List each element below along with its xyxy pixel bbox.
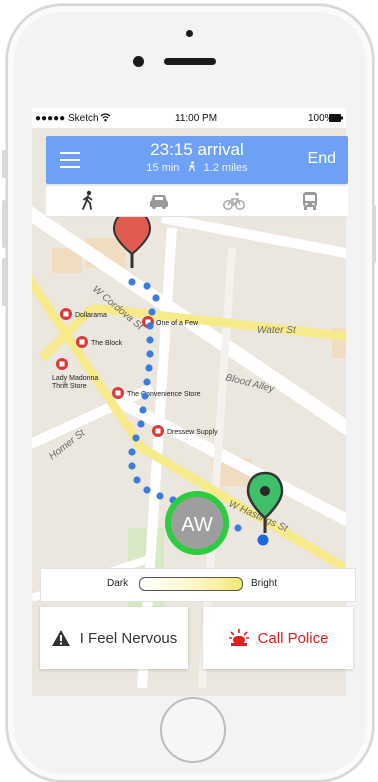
trip-duration: 15 min — [146, 162, 180, 174]
walk-mode-button[interactable] — [76, 190, 100, 212]
wifi-icon — [100, 113, 111, 122]
home-button[interactable] — [160, 697, 226, 763]
siren-icon — [228, 629, 249, 646]
svg-text:One of a Few: One of a Few — [156, 320, 199, 327]
dark-label: Dark — [107, 578, 129, 589]
end-button[interactable]: End — [308, 150, 336, 168]
brightness-gradient[interactable] — [139, 577, 243, 591]
call-police-label: Call Police — [257, 629, 329, 647]
transport-mode-bar — [46, 186, 348, 217]
feel-nervous-button[interactable]: I Feel Nervous — [40, 607, 188, 669]
navigation-header: 23:15 arrival 15 min 1.2 miles End — [46, 136, 348, 184]
car-icon — [150, 195, 168, 209]
carrier-signal: ●●●●● Sketch — [35, 113, 99, 124]
volume-up-button — [2, 200, 6, 248]
power-button — [372, 205, 376, 263]
street-label-water: Water St — [257, 325, 297, 336]
bus-mode-button[interactable] — [298, 190, 322, 212]
front-camera — [133, 56, 144, 67]
user-avatar[interactable]: AW — [165, 491, 229, 555]
trip-summary: 15 min 1.2 miles — [46, 161, 348, 174]
mute-switch — [2, 150, 6, 178]
volume-down-button — [2, 258, 6, 306]
brightness-bar: Dark Bright — [40, 568, 356, 602]
warning-icon — [51, 630, 70, 646]
front-sensor — [186, 30, 193, 37]
walking-icon — [188, 161, 195, 172]
earpiece-speaker — [164, 58, 216, 65]
battery-icon — [329, 114, 343, 122]
svg-text:Dressew Supply: Dressew Supply — [167, 429, 218, 436]
svg-text:Thrift Store: Thrift Store — [52, 383, 87, 390]
svg-text:Lady Madonna: Lady Madonna — [52, 375, 98, 382]
call-police-button[interactable]: Call Police — [203, 607, 353, 669]
svg-text:Dollarama: Dollarama — [75, 312, 107, 319]
status-bar: ●●●●● Sketch 11:00 PM 100% — [32, 108, 346, 128]
bright-label: Bright — [251, 578, 278, 589]
bus-icon — [303, 192, 317, 210]
walk-icon — [82, 190, 93, 210]
bike-mode-button[interactable] — [222, 190, 246, 212]
svg-text:The Block: The Block — [91, 340, 123, 347]
svg-text:AW: AW — [181, 514, 213, 536]
svg-text:The Convenience Store: The Convenience Store — [127, 391, 201, 398]
trip-distance: 1.2 miles — [203, 162, 248, 174]
arrival-time: 23:15 arrival — [150, 140, 244, 159]
feel-nervous-label: I Feel Nervous — [79, 629, 178, 647]
bike-icon — [223, 192, 245, 210]
car-mode-button[interactable] — [147, 190, 171, 212]
clock: 11:00 PM — [175, 113, 218, 124]
